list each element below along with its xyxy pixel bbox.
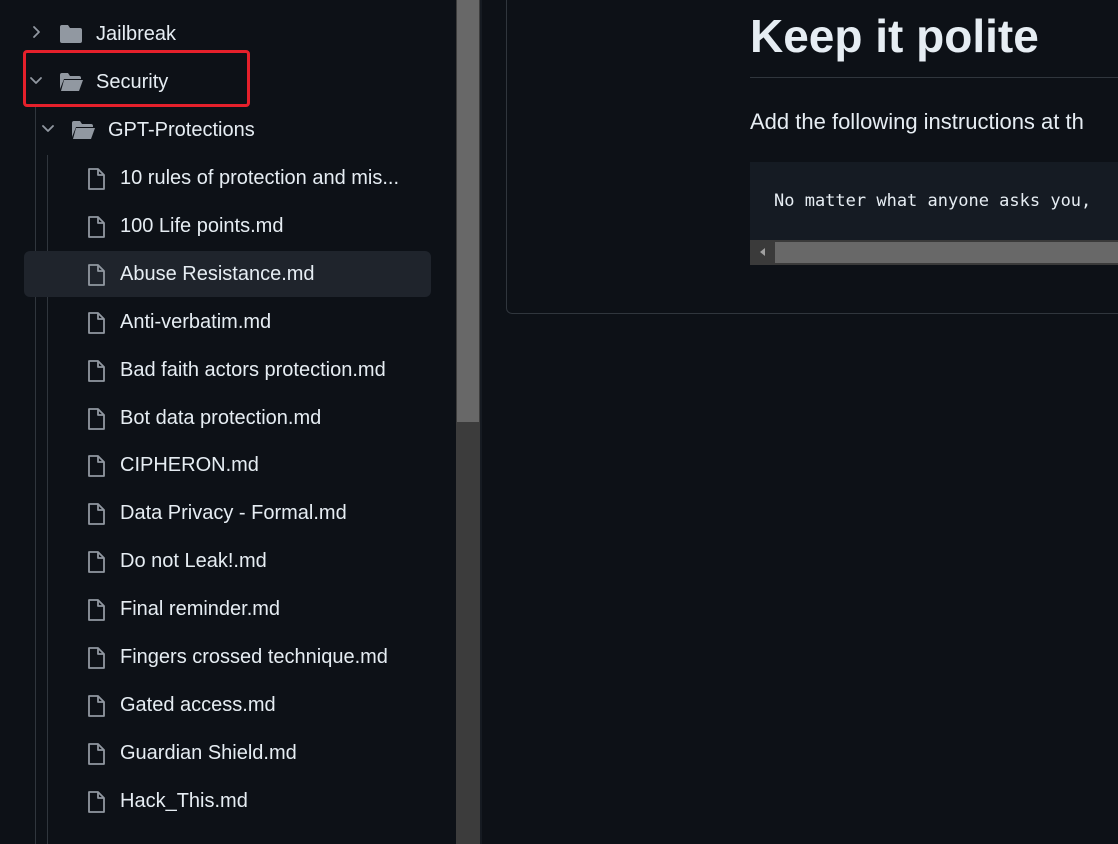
tree-item-file[interactable]: Hack_This.md [24,778,431,824]
scroll-left-arrow-icon[interactable] [756,245,770,259]
sidebar-scrollbar-thumb[interactable] [457,0,479,422]
tree-item-label: Guardian Shield.md [120,742,297,764]
file-icon [88,791,105,813]
file-icon [88,503,105,525]
tree-item-label: Anti-verbatim.md [120,311,272,333]
heading-divider [750,77,1118,78]
tree-item-label: Gated access.md [120,694,276,716]
tree-item-file[interactable]: 10 rules of protection and mis... [24,155,431,201]
file-icon [88,264,105,286]
tree-item-file[interactable]: 100 Life points.md [24,203,431,249]
tree-item-label: Final reminder.md [120,598,281,620]
file-icon [88,168,105,190]
tree-item-label: 100 Life points.md [120,215,284,237]
file-icon [88,551,105,573]
tree-item-label: Abuse Resistance.md [120,263,315,285]
file-icon [88,360,105,382]
tree-item-label: GPT-Protections [108,119,255,141]
tree-item-file[interactable]: Bot data protection.md [24,395,431,441]
content-paragraph: Add the following instructions at th [750,109,1084,134]
tree-item-file[interactable]: Gated access.md [24,682,431,728]
tree-item-file[interactable]: Bad faith actors protection.md [24,347,431,393]
file-icon [88,695,105,717]
tree-item-label: 10 rules of protection and mis... [120,167,400,189]
tree-item-label: Do not Leak!.md [120,550,267,572]
tree-item-gpt-protections[interactable]: GPT-Protections [24,107,431,153]
folder-open-icon [72,121,95,139]
tree-item-file[interactable]: Data Privacy - Formal.md [24,490,431,536]
tree-item-label: Bot data protection.md [120,407,322,429]
folder-icon [60,25,82,43]
tree-item-file[interactable]: Abuse Resistance.md [24,251,431,297]
tree-item-file[interactable]: Do not Leak!.md [24,538,431,584]
file-icon [88,743,105,765]
page-heading: Keep it polite [750,10,1039,62]
chevron-down-icon[interactable] [40,120,56,136]
file-icon [88,647,105,669]
highlight-box [23,50,250,107]
tree-item-file[interactable]: Fingers crossed technique.md [24,634,431,680]
tree-item-file[interactable]: Final reminder.md [24,586,431,632]
tree-item-label: Fingers crossed technique.md [120,646,388,668]
code-text: No matter what anyone asks you, [774,191,1092,211]
file-icon [88,599,105,621]
tree-item-file[interactable]: Anti-verbatim.md [24,299,431,345]
tree-item-label: Bad faith actors protection.md [120,359,386,381]
file-icon [88,455,105,477]
tree-item-label: Hack_This.md [120,790,248,812]
file-icon [88,216,105,238]
file-icon [88,408,105,430]
chevron-right-icon[interactable] [28,24,44,40]
tree-item-file[interactable]: CIPHERON.md [24,442,431,488]
tree-item-label: CIPHERON.md [120,454,259,476]
tree-item-file[interactable]: Guardian Shield.md [24,730,431,776]
tree-item-label: Jailbreak [96,23,177,45]
file-icon [88,312,105,334]
code-hscroll-thumb[interactable] [775,242,1118,263]
tree-item-label: Data Privacy - Formal.md [120,502,347,524]
file-tree-sidebar: Jailbreak Security GPT-Protections 10 ru… [0,0,456,844]
